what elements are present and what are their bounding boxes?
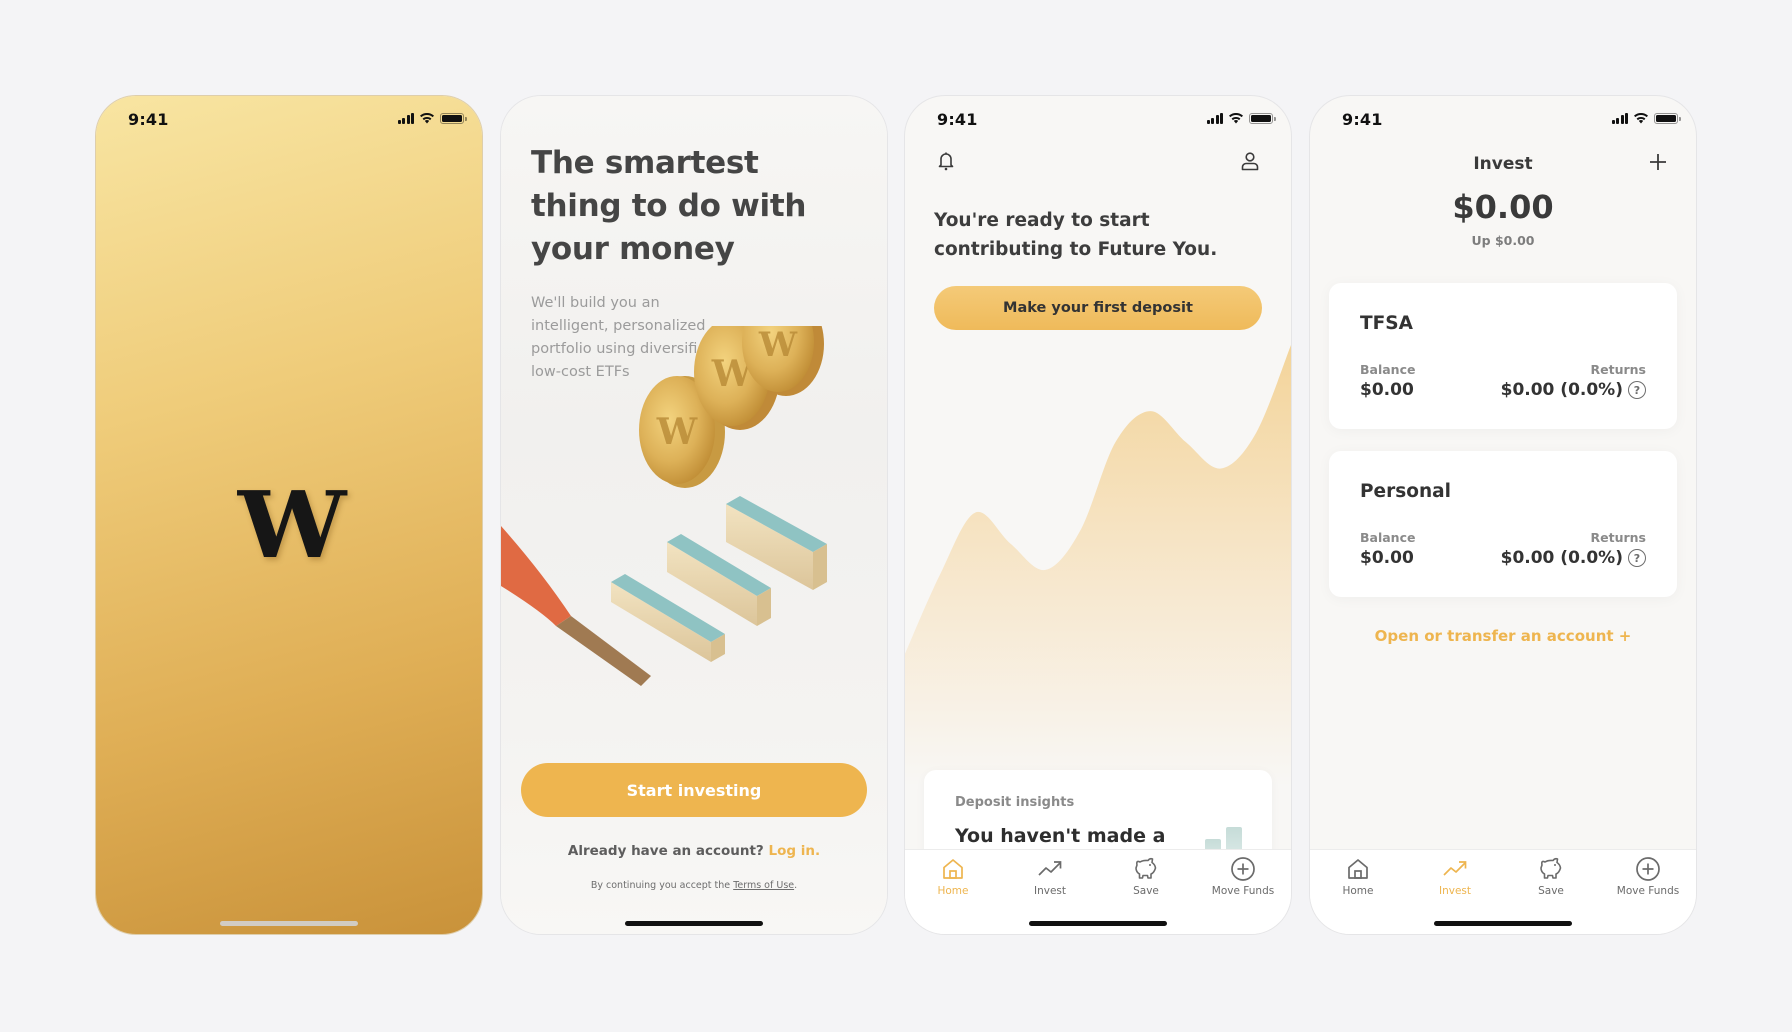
balance-value: $0.00 [1360,548,1414,568]
plus-icon [1650,154,1666,170]
start-investing-button[interactable]: Start investing [521,763,867,817]
tab-label: Home [937,885,969,897]
bell-icon [938,152,954,171]
cellular-signal-icon [1611,112,1628,124]
login-link[interactable]: Log in. [768,843,820,859]
tab-move-funds[interactable]: Move Funds [1195,856,1291,897]
help-icon[interactable]: ? [1628,549,1646,567]
home-indicator [625,921,763,926]
returns-value: $0.00 (0.0%) [1500,380,1623,400]
wifi-icon [1634,112,1648,124]
status-bar: 9:41 [96,96,482,142]
battery-icon [1654,112,1681,124]
status-time: 9:41 [937,110,978,129]
slot [556,616,651,686]
wifi-icon [1229,112,1243,124]
status-icons [1611,112,1681,124]
battery-icon [440,112,467,124]
open-account-link[interactable]: Open or transfer an account + [1310,627,1696,645]
invest-screen: 9:41 Invest $0.00 Up $0.00 TFSA Balance … [1310,96,1696,934]
balance-label: Balance [1360,530,1416,545]
onboarding-screen: The smartest thing to do with your money… [501,96,887,934]
portfolio-change: Up $0.00 [1471,233,1535,248]
piggy-bank-icon [1135,857,1157,879]
tab-invest[interactable]: Invest [1407,856,1503,897]
returns-row: $0.00 (0.0%) ? [1501,380,1646,400]
returns-label: Returns [1590,530,1646,545]
login-prompt: Already have an account? Log in. [501,843,887,859]
home-icon [943,859,963,879]
returns-label: Returns [1590,362,1646,377]
status-bar: 9:41 [1310,96,1696,142]
orange-ribbon [501,526,571,626]
wealthsimple-logo: W [237,471,346,579]
account-name: TFSA [1360,313,1413,334]
piggy-bank-icon [1540,857,1562,879]
tab-save[interactable]: Save [1503,856,1599,897]
help-icon[interactable]: ? [1628,381,1646,399]
home-indicator [220,921,358,926]
tab-save[interactable]: Save [1098,856,1194,897]
home-screen: 9:41 You're ready to start contributing … [905,96,1291,934]
growth-area [905,345,1291,786]
status-time: 9:41 [128,110,169,129]
account-name: Personal [1360,481,1451,502]
user-icon [1241,152,1259,171]
page-title: Invest [1473,154,1533,174]
first-deposit-button[interactable]: Make your first deposit [934,286,1262,330]
terms-prefix: By continuing you accept the [590,880,731,891]
account-card-tfsa[interactable]: TFSA Balance $0.00 Returns $0.00 (0.0%) … [1329,283,1677,429]
returns-row: $0.00 (0.0%) ? [1501,548,1646,568]
tab-home[interactable]: Home [1310,856,1406,897]
status-bar: 9:41 [905,96,1291,142]
account-card-personal[interactable]: Personal Balance $0.00 Returns $0.00 (0.… [1329,451,1677,597]
svg-text:W: W [656,411,698,453]
wifi-icon [420,112,434,124]
tab-label: Home [1342,885,1374,897]
portfolio-total: $0.00 [1452,188,1554,226]
svg-text:W: W [758,326,798,365]
tab-label: Save [1133,885,1159,897]
balance-value: $0.00 [1360,380,1414,400]
home-indicator [1029,921,1167,926]
insights-label: Deposit insights [955,795,1075,810]
login-prompt-text: Already have an account? [567,843,764,859]
home-icon [1348,859,1368,879]
hero-title: The smartest thing to do with your money [531,145,807,267]
trending-up-icon [1443,861,1467,876]
trending-up-icon [1038,861,1062,876]
status-time: 9:41 [1342,110,1383,129]
home-indicator [1434,921,1572,926]
coins-bars-illustration: W W W [501,326,827,686]
splash-screen: 9:41 W [96,96,482,934]
terms-suffix: . [794,880,798,891]
cellular-signal-icon [397,112,414,124]
terms-of-use-link[interactable]: Terms of Use [733,880,794,891]
tab-invest[interactable]: Invest [1002,856,1098,897]
plus-circle-icon [1231,857,1255,881]
status-icons [397,112,467,124]
home-headline: You're ready to start contributing to Fu… [934,210,1218,260]
growth-area-chart [905,345,1291,786]
tab-label: Move Funds [1211,885,1275,897]
cellular-signal-icon [1206,112,1223,124]
tab-label: Invest [1033,885,1066,897]
tab-label: Invest [1438,885,1471,897]
status-icons [1206,112,1276,124]
tab-home[interactable]: Home [905,856,1001,897]
returns-value: $0.00 (0.0%) [1500,548,1623,568]
notifications-button[interactable] [933,148,959,174]
terms-notice: By continuing you accept the Terms of Us… [501,880,887,891]
profile-button[interactable] [1237,148,1263,174]
tab-label: Move Funds [1616,885,1680,897]
insights-text: You haven't made a [955,825,1166,847]
plus-circle-icon [1636,857,1660,881]
balance-label: Balance [1360,362,1416,377]
tab-move-funds[interactable]: Move Funds [1600,856,1696,897]
tab-label: Save [1538,885,1564,897]
add-button[interactable] [1644,148,1672,176]
battery-icon [1249,112,1276,124]
